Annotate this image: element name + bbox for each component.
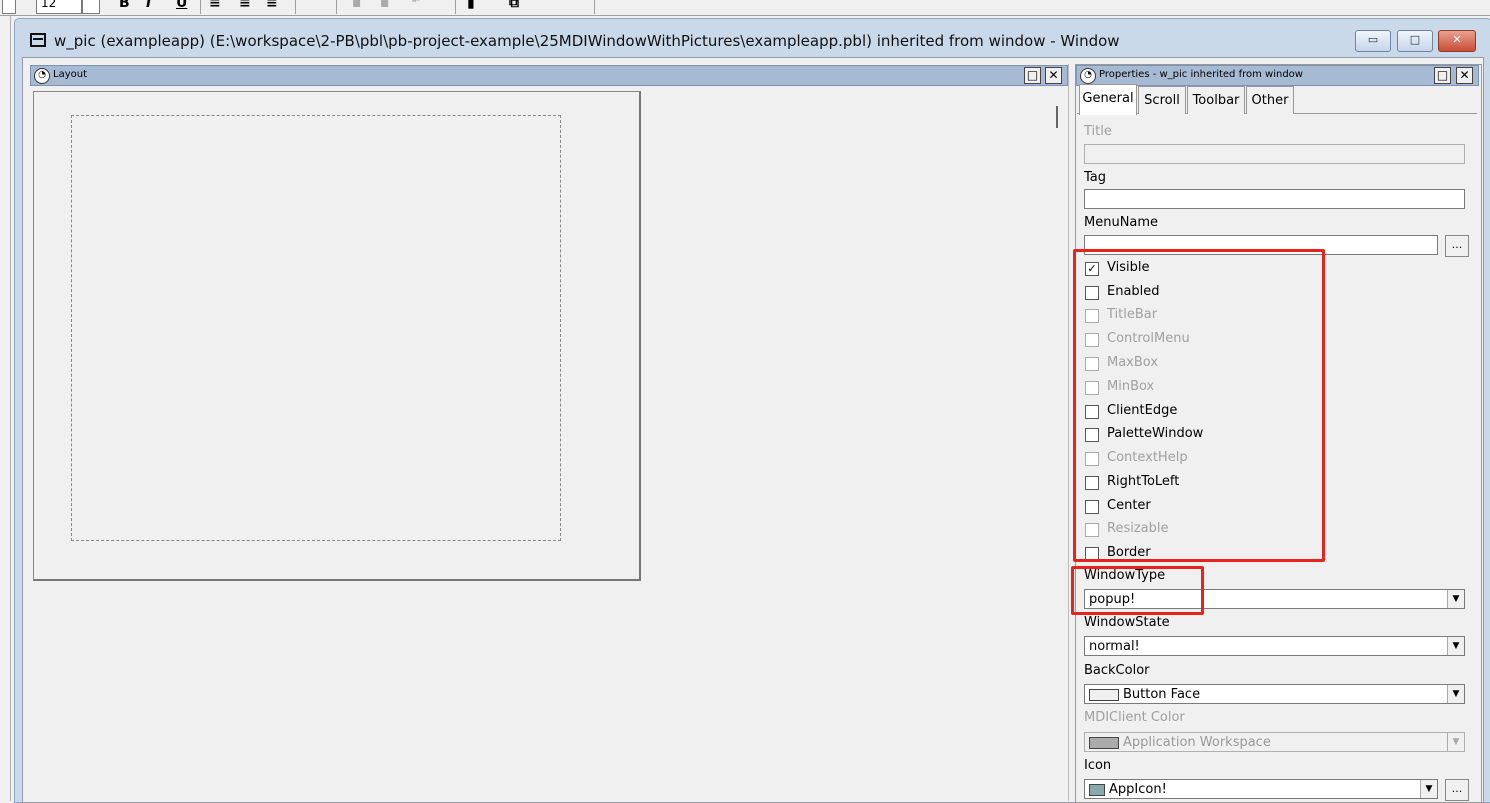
icon-browse-button[interactable]: ... <box>1445 779 1469 801</box>
tag-label: Tag <box>1084 170 1107 185</box>
tab-general[interactable]: General <box>1079 84 1137 115</box>
highlight-checkboxes-box <box>1073 249 1325 562</box>
tab-toolbar[interactable]: Toolbar <box>1187 86 1245 114</box>
minimize-button[interactable]: ▭ <box>1355 30 1391 52</box>
windowstate-value: normal! <box>1089 639 1140 654</box>
toolbar-separator <box>200 0 201 14</box>
color-swatch <box>1089 689 1119 701</box>
window-painter-icon <box>30 33 46 47</box>
layout-pane-title: Layout <box>53 69 87 80</box>
chevron-down-icon[interactable]: ▼ <box>1420 780 1437 798</box>
picture-control-icon[interactable]: ⧉ <box>509 0 519 11</box>
app-icon <box>1089 784 1105 796</box>
font-size-dropdown-icon[interactable] <box>82 0 100 14</box>
color-swatch <box>1089 737 1119 749</box>
toolbar-dropdown-icon[interactable] <box>2 0 16 14</box>
font-size-combo[interactable]: 12 <box>36 0 82 14</box>
layout-restore-button[interactable]: □ <box>1024 67 1041 84</box>
layout-close-button[interactable]: ✕ <box>1045 67 1062 84</box>
toolbar-separator <box>295 0 296 14</box>
properties-pane-title: Properties - w_pic inherited from window <box>1099 69 1303 80</box>
send-back-icon[interactable]: ▪ <box>352 0 362 11</box>
scroll-marker[interactable] <box>1056 106 1058 128</box>
left-gutter <box>0 16 11 801</box>
align-center-icon[interactable]: ≡ <box>239 0 251 11</box>
icon-label: Icon <box>1084 758 1112 773</box>
properties-restore-button[interactable]: □ <box>1434 67 1451 84</box>
toolbar-separator <box>594 0 595 14</box>
chevron-down-icon[interactable]: ▼ <box>1447 590 1464 608</box>
backcolor-select[interactable]: Button Face ▼ <box>1084 684 1465 704</box>
title-field[interactable] <box>1084 144 1465 164</box>
close-button[interactable]: ✕ <box>1438 30 1476 52</box>
mdiclient-select: Application Workspace ▼ <box>1084 732 1465 752</box>
menuname-browse-button[interactable]: ... <box>1445 235 1469 257</box>
mdiclient-value: Application Workspace <box>1123 735 1271 750</box>
bold-button[interactable]: B <box>119 0 130 11</box>
mdiclient-label: MDIClient Color <box>1084 710 1185 725</box>
italic-button[interactable]: I <box>146 0 151 11</box>
properties-close-button[interactable]: ✕ <box>1456 67 1473 84</box>
layout-icon: ◔ <box>34 68 50 84</box>
toolbar-separator <box>455 0 456 14</box>
window-control-icon[interactable]: ▮ <box>467 0 475 11</box>
top-toolbar: 12 B I U ≡ ≡ ≡ ▪ ▪ ⇤ ▮ ⧉ <box>0 0 1490 16</box>
window-title: w_pic (exampleapp) (E:\workspace\2-PB\pb… <box>54 32 1120 50</box>
menuname-label: MenuName <box>1084 215 1159 230</box>
align-right-icon[interactable]: ≡ <box>266 0 278 11</box>
backcolor-value: Button Face <box>1123 687 1201 702</box>
backcolor-label: BackColor <box>1084 663 1150 678</box>
icon-select[interactable]: AppIcon! ▼ <box>1084 779 1438 799</box>
tag-field[interactable] <box>1084 189 1465 209</box>
chevron-down-icon: ▼ <box>1447 733 1464 751</box>
layout-pane-titlebar: ◔ Layout □ ✕ <box>30 65 1068 86</box>
align-left-icon[interactable]: ≡ <box>209 0 221 11</box>
tab-order-icon[interactable]: ⇤ <box>412 0 420 6</box>
windowstate-label: WindowState <box>1084 615 1170 630</box>
underline-button[interactable]: U <box>176 0 187 11</box>
picture-control-outline[interactable] <box>71 115 561 541</box>
chevron-down-icon[interactable]: ▼ <box>1447 685 1464 703</box>
properties-icon: ◔ <box>1080 68 1096 84</box>
bring-front-icon[interactable]: ▪ <box>380 0 390 11</box>
properties-pane-titlebar: ◔ Properties - w_pic inherited from wind… <box>1076 65 1479 86</box>
icon-value: AppIcon! <box>1109 782 1167 797</box>
chevron-down-icon[interactable]: ▼ <box>1447 637 1464 655</box>
title-label: Title <box>1084 124 1112 139</box>
toolbar-separator <box>336 0 337 14</box>
highlight-windowtype-box <box>1071 566 1204 615</box>
maximize-button[interactable]: □ <box>1397 30 1433 52</box>
font-size-value: 12 <box>41 0 57 10</box>
tab-scroll[interactable]: Scroll <box>1138 86 1186 114</box>
tab-other[interactable]: Other <box>1246 86 1294 114</box>
windowstate-select[interactable]: normal! ▼ <box>1084 636 1465 656</box>
